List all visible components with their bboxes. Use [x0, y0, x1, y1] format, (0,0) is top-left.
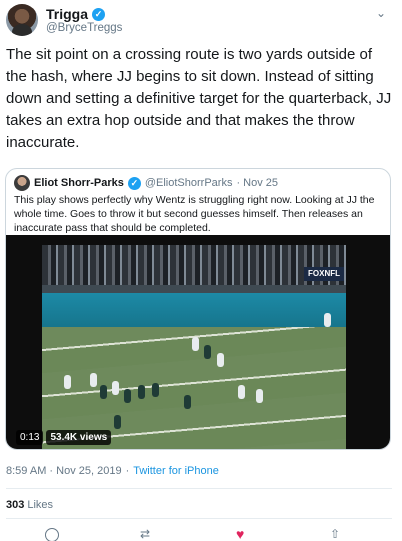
player: [90, 373, 97, 387]
author-name-row: Trigga ✓: [46, 6, 106, 22]
author-handle[interactable]: @BryceTreggs: [46, 22, 122, 34]
tweet-meta: 8:59 AM · Nov 25, 2019 · Twitter for iPh…: [6, 465, 219, 477]
player: [324, 313, 331, 327]
player: [64, 375, 71, 389]
quoted-tweet-header: Eliot Shorr-Parks ✓ @EliotShorrParks · N…: [14, 175, 278, 191]
meta-separator: ·: [125, 465, 130, 477]
player: [124, 389, 131, 403]
player: [184, 395, 191, 409]
video-player[interactable]: FOXNFL 0:13 53.4K views: [6, 235, 390, 449]
quoted-tweet-date: · Nov 25: [236, 177, 279, 189]
divider: [6, 488, 392, 489]
quoted-tweet-text: This play shows perfectly why Wentz is s…: [14, 194, 375, 234]
quoted-author-name: Eliot Shorr-Parks: [34, 177, 124, 189]
video-thumbnail: FOXNFL: [42, 245, 346, 449]
quoted-author-handle: @EliotShorrParks: [144, 177, 233, 189]
likes-count[interactable]: 303 Likes: [6, 499, 53, 511]
verified-badge-icon: ✓: [127, 176, 141, 190]
share-icon[interactable]: ⇧: [330, 528, 344, 541]
player: [256, 389, 263, 403]
quoted-author-avatar: [14, 175, 30, 191]
video-views: 53.4K views: [46, 430, 112, 445]
player: [192, 337, 199, 351]
tweet-timestamp[interactable]: 8:59 AM · Nov 25, 2019: [6, 465, 122, 477]
player: [138, 385, 145, 399]
likes-number: 303: [6, 499, 25, 511]
action-bar: ⇄ ♥ ⇧: [0, 526, 402, 541]
tweet-header: Trigga ✓ @BryceTreggs ⌄: [6, 4, 396, 38]
player: [238, 385, 245, 399]
player: [114, 415, 121, 429]
video-duration: 0:13: [16, 430, 44, 445]
quoted-tweet[interactable]: Eliot Shorr-Parks ✓ @EliotShorrParks · N…: [5, 168, 391, 450]
tweet-source-link[interactable]: Twitter for iPhone: [133, 465, 219, 477]
player: [100, 385, 107, 399]
tweet-text: The sit point on a crossing route is two…: [6, 46, 392, 151]
divider: [6, 518, 392, 519]
author-avatar[interactable]: [6, 4, 38, 36]
player: [152, 383, 159, 397]
reply-icon[interactable]: [45, 528, 59, 541]
retweet-icon[interactable]: ⇄: [140, 528, 154, 541]
player: [217, 353, 224, 367]
heart-icon[interactable]: ♥: [236, 527, 250, 541]
player: [112, 381, 119, 395]
author-display-name[interactable]: Trigga: [46, 6, 88, 22]
likes-label: Likes: [27, 499, 54, 511]
chevron-down-icon[interactable]: ⌄: [376, 6, 386, 20]
endzone: [42, 293, 346, 327]
network-logo: FOXNFL: [304, 267, 344, 281]
verified-badge-icon: ✓: [92, 7, 106, 21]
player: [204, 345, 211, 359]
video-badges: 0:13 53.4K views: [16, 430, 112, 445]
